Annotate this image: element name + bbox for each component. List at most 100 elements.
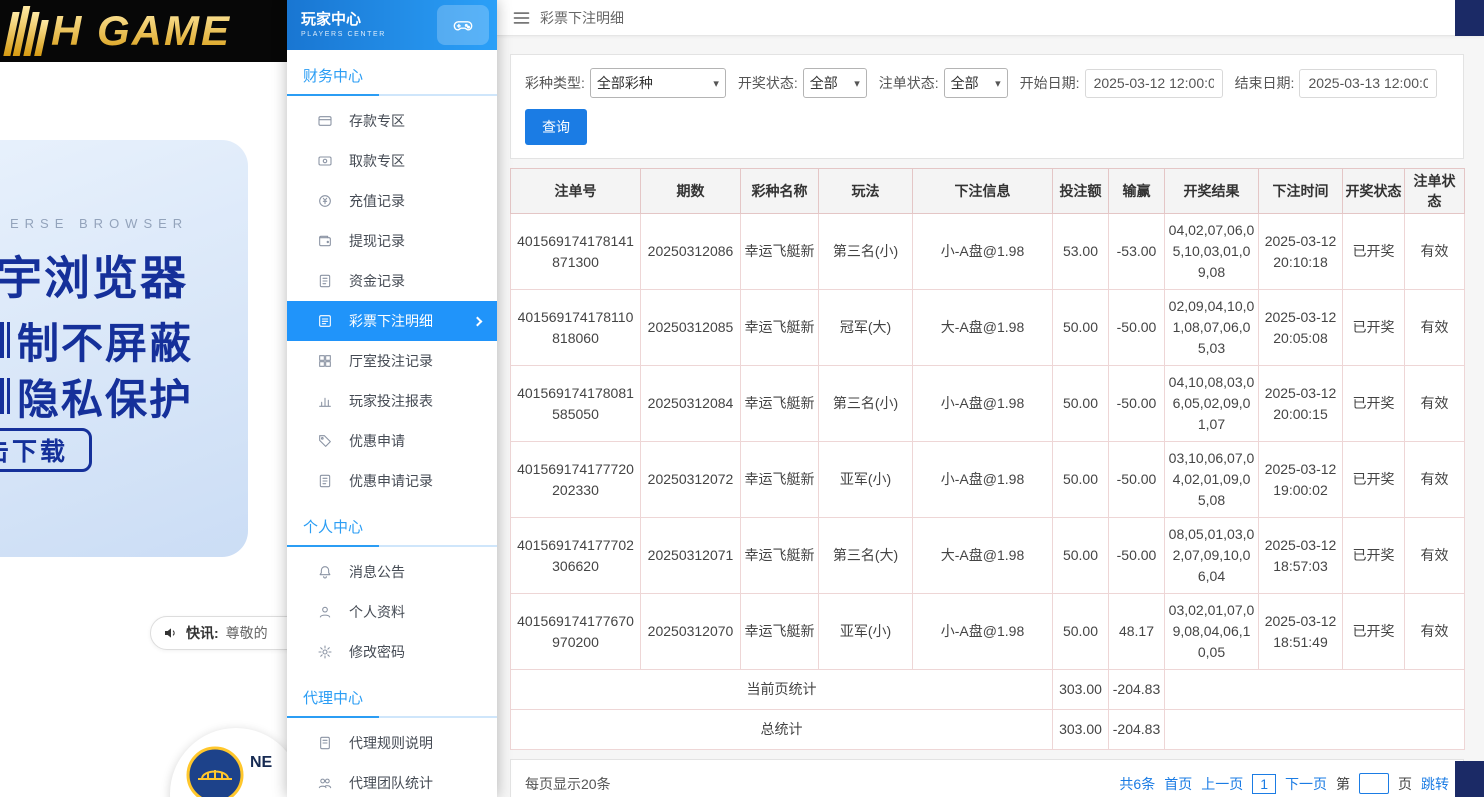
table-cell: 已开奖: [1343, 442, 1405, 518]
table-cell: -50.00: [1109, 290, 1165, 366]
section-header: 代理中心: [287, 672, 497, 718]
promo-apply-icon: [317, 433, 333, 449]
bottom-right-dark-block: [1455, 761, 1484, 797]
sidebar-item[interactable]: 存款专区: [287, 101, 497, 141]
news-label: 快讯:: [186, 623, 219, 643]
promo-apply-record-icon: [317, 473, 333, 489]
sidebar-item-label: 提现记录: [349, 231, 405, 251]
sidebar-item[interactable]: 代理规则说明: [287, 723, 497, 763]
table-cell: 亚军(小): [819, 594, 913, 670]
sidebar-item[interactable]: 优惠申请记录: [287, 461, 497, 501]
team-text: NE: [250, 754, 272, 772]
sidebar-item[interactable]: 玩家投注报表: [287, 381, 497, 421]
sidebar-item[interactable]: 个人资料: [287, 592, 497, 632]
chevron-right-icon: [473, 316, 483, 326]
brand-logo-text: H GAME: [51, 7, 231, 55]
summary-row: 当前页统计303.00-204.83: [511, 670, 1465, 710]
column-header: 下注信息: [913, 169, 1053, 214]
column-header: 彩种名称: [741, 169, 819, 214]
selected-value: 全部: [810, 73, 838, 93]
end-date-input[interactable]: [1299, 69, 1437, 98]
sidebar-item[interactable]: 取款专区: [287, 141, 497, 181]
topbar: 彩票下注明细: [497, 0, 1484, 36]
table-cell: 冠军(大): [819, 290, 913, 366]
lottery-type-label: 彩种类型:: [525, 73, 585, 93]
table-cell: 小-A盘@1.98: [913, 366, 1053, 442]
sidebar-item-label: 取款专区: [349, 151, 405, 171]
table-cell: 有效: [1405, 214, 1465, 290]
table-row: 40156917417772020233020250312072幸运飞艇新亚军(…: [511, 442, 1465, 518]
caret-down-icon: ▾: [854, 77, 860, 90]
page-jump-input[interactable]: [1359, 773, 1389, 794]
table-cell: -204.83: [1109, 710, 1165, 750]
sidebar-item[interactable]: 修改密码: [287, 632, 497, 672]
sidebar-item[interactable]: 充值记录: [287, 181, 497, 221]
filter-panel: 彩种类型: 全部彩种 ▾ 开奖状态: 全部 ▾ 注单状态: 全部 ▾ 开始日期:…: [510, 54, 1464, 159]
sidebar-header: 玩家中心 PLAYERS CENTER: [287, 0, 497, 50]
sidebar-item-label: 存款专区: [349, 111, 405, 131]
lottery-type-select[interactable]: 全部彩种 ▾: [590, 68, 726, 98]
order-status-select[interactable]: 全部 ▾: [944, 68, 1008, 98]
table-cell: 2025-03-12 20:00:15: [1259, 366, 1343, 442]
table-cell: 2025-03-12 20:10:18: [1259, 214, 1343, 290]
table-cell: 401569174178081585050: [511, 366, 641, 442]
table-cell: 有效: [1405, 366, 1465, 442]
table-cell: 50.00: [1053, 366, 1109, 442]
start-date-label: 开始日期:: [1020, 73, 1080, 93]
table-cell: 02,09,04,10,01,08,07,06,05,03: [1165, 290, 1259, 366]
table-cell: 大-A盘@1.98: [913, 290, 1053, 366]
filter-row: 彩种类型: 全部彩种 ▾ 开奖状态: 全部 ▾ 注单状态: 全部 ▾ 开始日期:…: [525, 68, 1449, 98]
first-page-link[interactable]: 首页: [1164, 774, 1192, 794]
sidebar-item[interactable]: 资金记录: [287, 261, 497, 301]
query-button[interactable]: 查询: [525, 109, 587, 145]
table-cell: [1165, 710, 1465, 750]
lottery-bet-detail-icon: [317, 313, 333, 329]
bet-table: 注单号期数彩种名称玩法下注信息投注额输赢开奖结果下注时间开奖状态注单状态 401…: [510, 168, 1465, 750]
sidebar-item[interactable]: 消息公告: [287, 552, 497, 592]
start-date-input[interactable]: [1085, 69, 1223, 98]
table-cell: 50.00: [1053, 518, 1109, 594]
banner-line-2: 制不屏蔽: [0, 310, 193, 371]
table-cell: 20250312070: [641, 594, 741, 670]
jump-link[interactable]: 跳转: [1421, 774, 1449, 794]
withdraw-icon: [317, 153, 333, 169]
sidebar-subtitle: PLAYERS CENTER: [301, 31, 437, 39]
sidebar-item[interactable]: 厅室投注记录: [287, 341, 497, 381]
gamepad-icon: [449, 14, 477, 36]
next-page-link[interactable]: 下一页: [1285, 774, 1327, 794]
table-cell: 小-A盘@1.98: [913, 214, 1053, 290]
download-button[interactable]: 击下载: [0, 428, 92, 472]
column-header: 期数: [641, 169, 741, 214]
section-header: 财务中心: [287, 50, 497, 96]
news-text: 尊敬的: [226, 623, 268, 643]
page-title: 彩票下注明细: [540, 8, 624, 28]
menu-icon[interactable]: [513, 11, 530, 25]
table-row: 40156917417814187130020250312086幸运飞艇新第三名…: [511, 214, 1465, 290]
sidebar-item[interactable]: 提现记录: [287, 221, 497, 261]
table-cell: -53.00: [1109, 214, 1165, 290]
table-cell: 2025-03-12 20:05:08: [1259, 290, 1343, 366]
sidebar-item-label: 消息公告: [349, 562, 405, 582]
sidebar-item[interactable]: 代理团队统计: [287, 763, 497, 797]
sidebar-item-label: 个人资料: [349, 602, 405, 622]
table-cell: 03,10,06,07,04,02,01,09,05,08: [1165, 442, 1259, 518]
table-cell: 小-A盘@1.98: [913, 594, 1053, 670]
table-cell: 08,05,01,03,02,07,09,10,06,04: [1165, 518, 1259, 594]
sidebar-item-label: 玩家投注报表: [349, 391, 433, 411]
table-cell: 有效: [1405, 518, 1465, 594]
draw-status-select[interactable]: 全部 ▾: [803, 68, 867, 98]
recharge-record-icon: [317, 193, 333, 209]
section-header: 个人中心: [287, 501, 497, 547]
prev-page-link[interactable]: 上一页: [1201, 774, 1243, 794]
table-cell: 已开奖: [1343, 518, 1405, 594]
sidebar-item[interactable]: 优惠申请: [287, 421, 497, 461]
table-cell: 小-A盘@1.98: [913, 442, 1053, 518]
table-cell: 第三名(小): [819, 366, 913, 442]
column-header: 开奖结果: [1165, 169, 1259, 214]
promo-banner: ERSE BROWSER 宇浏览器 制不屏蔽 隐私保护 击下载: [0, 140, 248, 557]
sidebar-item[interactable]: 彩票下注明细: [287, 301, 497, 341]
table-row: 40156917417770230662020250312071幸运飞艇新第三名…: [511, 518, 1465, 594]
table-cell: [1165, 670, 1465, 710]
table-cell: 50.00: [1053, 442, 1109, 518]
table-cell: 2025-03-12 19:00:02: [1259, 442, 1343, 518]
